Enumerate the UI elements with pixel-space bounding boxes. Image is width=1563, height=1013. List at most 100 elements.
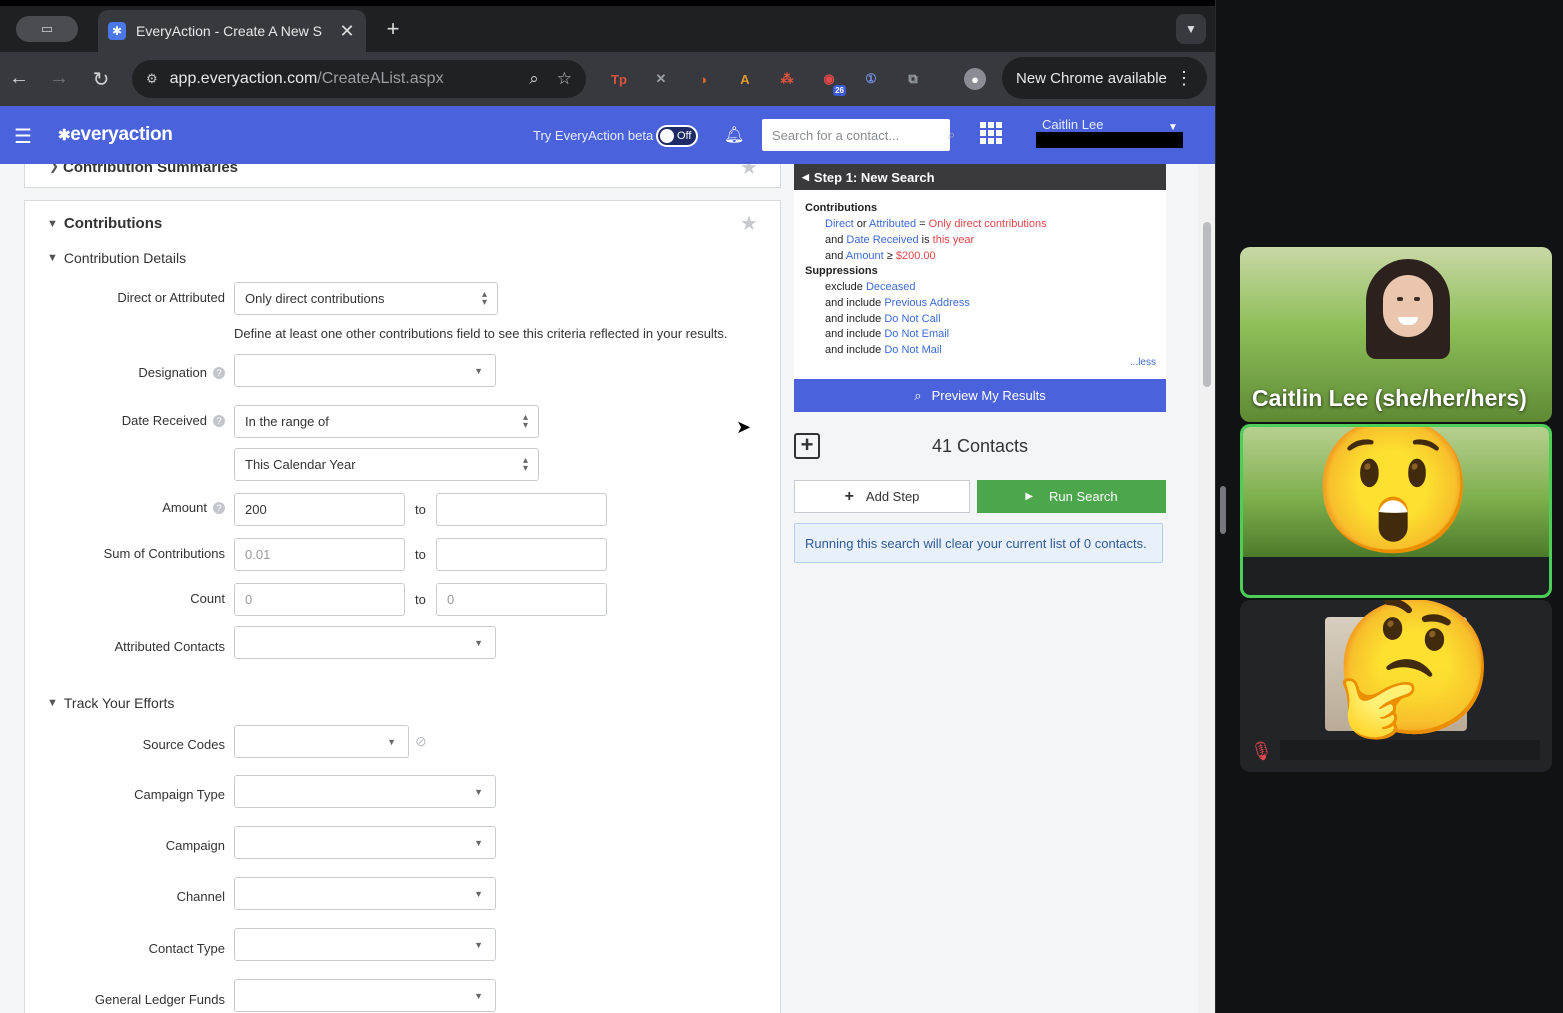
tp-extension-icon[interactable]: Tp <box>608 68 630 90</box>
caret-left-icon: ◀ <box>802 171 809 182</box>
source-codes-select[interactable]: ▼ <box>234 725 409 758</box>
user-menu-caret-icon[interactable]: ▼ <box>1168 122 1178 133</box>
label-text: Campaign <box>165 838 225 853</box>
search-criteria-summary: Contributions Direct or Attributed = Onl… <box>794 190 1166 380</box>
sum-from-input[interactable]: 0.01 <box>234 538 405 571</box>
criteria-field[interactable]: Direct <box>825 218 854 230</box>
contact-search-input[interactable] <box>772 127 948 143</box>
hamburger-menu-icon[interactable]: ☰ <box>14 124 32 149</box>
count-from-input[interactable]: 0 <box>234 583 405 616</box>
campaign-type-select[interactable]: ▼ <box>234 775 496 808</box>
step-header[interactable]: ◀ Step 1: New Search <box>794 164 1166 190</box>
profile-avatar-icon[interactable]: ● <box>964 68 986 90</box>
date-range-select[interactable]: In the range of ▴ ▾ <box>234 405 539 438</box>
reload-icon[interactable]: ↻ <box>90 67 112 92</box>
criteria-text: or <box>853 218 870 230</box>
everyaction-logo[interactable]: ✱everyaction <box>58 124 173 146</box>
active-tab[interactable]: ✱ EveryAction - Create A New S ✕ <box>98 10 366 52</box>
criteria-field[interactable]: Previous Address <box>884 297 970 309</box>
criteria-field[interactable]: Do Not Email <box>884 328 949 340</box>
criteria-field[interactable]: Amount <box>846 250 884 262</box>
extension-dots-icon[interactable]: ⁂ <box>776 68 798 90</box>
user-name[interactable]: Caitlin Lee <box>1042 117 1103 132</box>
criteria-value[interactable]: this year <box>933 234 975 246</box>
criteria-field[interactable]: Attributed <box>869 218 916 230</box>
contributions-title: Contributions <box>63 215 163 232</box>
scrollbar-thumb[interactable] <box>1203 222 1211 387</box>
designation-select[interactable]: ▼ <box>234 354 496 387</box>
extension-x-icon[interactable]: ✕ <box>650 68 672 90</box>
favorite-star-icon[interactable]: ★ <box>740 164 758 180</box>
extension-a-icon[interactable]: A <box>734 68 756 90</box>
ledger-funds-select[interactable]: ▼ <box>234 979 496 1012</box>
search-icon[interactable]: ⌕ <box>948 127 955 143</box>
redacted-org-name <box>1036 132 1183 148</box>
forward-arrow-icon[interactable]: → <box>48 67 70 90</box>
sum-to-input[interactable] <box>436 538 607 571</box>
extensions-puzzle-icon[interactable]: ⧉ <box>902 68 924 90</box>
participant-tile-caitlin[interactable]: Caitlin Lee (she/her/hers) <box>1240 247 1552 422</box>
zoom-search-icon[interactable]: ⌕ <box>529 69 539 89</box>
count-to-input[interactable]: 0 <box>436 583 607 616</box>
channel-select[interactable]: ▼ <box>234 877 496 910</box>
direct-attributed-select[interactable]: Only direct contributions ▴ ▾ <box>234 282 498 315</box>
favorite-star-icon[interactable]: ★ <box>740 211 758 236</box>
help-icon[interactable]: ? <box>213 414 225 427</box>
bookmark-star-icon[interactable]: ☆ <box>557 69 572 89</box>
panel-resize-handle[interactable] <box>1220 486 1226 534</box>
chevron-down-icon: ▼ <box>47 697 58 709</box>
add-step-button[interactable]: + Add Step <box>794 480 970 513</box>
show-less-link[interactable]: ...less <box>1130 357 1156 368</box>
chevron-down-icon: ▼ <box>387 736 396 747</box>
beta-toggle[interactable]: Off <box>656 125 698 147</box>
help-icon[interactable]: ? <box>213 366 225 379</box>
close-tab-icon[interactable]: ✕ <box>338 21 356 42</box>
contributions-section-toggle[interactable]: ▼ Contributions <box>47 215 162 232</box>
new-tab-button[interactable]: + <box>382 16 404 42</box>
date-period-select[interactable]: This Calendar Year ▴ ▾ <box>234 448 539 481</box>
criteria-text: ≥ <box>883 250 896 262</box>
criteria-field[interactable]: Date Received <box>846 234 918 246</box>
notifications-bell-icon[interactable]: 🔔︎ <box>724 125 744 145</box>
astonished-face-emoji-icon: 😲 <box>1311 424 1476 560</box>
criteria-field[interactable]: Deceased <box>866 281 916 293</box>
run-search-button[interactable]: ▶ Run Search <box>977 480 1166 513</box>
contact-type-select[interactable]: ▼ <box>234 928 496 961</box>
track-efforts-toggle[interactable]: ▼ Track Your Efforts <box>47 695 174 711</box>
criteria-field[interactable]: Do Not Call <box>884 313 940 325</box>
preview-results-button[interactable]: ⌕ Preview My Results <box>794 379 1166 412</box>
extension-c-icon[interactable]: ◑ <box>692 68 714 90</box>
app-launcher-grid-icon[interactable] <box>980 122 1002 144</box>
participant-tile-active-speaker[interactable]: 😲 <box>1240 424 1552 598</box>
campaign-select[interactable]: ▼ <box>234 826 496 859</box>
criteria-text: is <box>918 234 933 246</box>
clear-disabled-icon[interactable]: ⊘ <box>415 733 427 750</box>
contribution-details-toggle[interactable]: ▼ Contribution Details <box>47 250 186 266</box>
back-arrow-icon[interactable]: ← <box>8 67 30 90</box>
site-info-icon[interactable]: ⚙ <box>146 71 158 87</box>
amount-to-input[interactable] <box>436 493 607 526</box>
chevron-down-icon: ▼ <box>474 365 483 376</box>
criteria-value[interactable]: Only direct contributions <box>929 218 1047 230</box>
address-bar[interactable]: ⚙ app.everyaction.com/CreateAList.aspx ⌕… <box>132 60 586 98</box>
add-step-label: Add Step <box>865 489 920 504</box>
attributed-contacts-select[interactable]: ▼ <box>234 626 496 659</box>
contribution-summaries-panel[interactable]: ❯ Contribution Summaries ★ <box>24 164 781 188</box>
kebab-menu-icon[interactable]: ⋮ <box>1175 68 1193 89</box>
extension-badge-icon[interactable]: ◉ 26 <box>818 68 846 96</box>
run-search-label: Run Search <box>1049 489 1118 504</box>
contact-type-label: Contact Type <box>25 941 225 956</box>
criteria-value[interactable]: $200.00 <box>896 250 936 262</box>
tab-list-chevron-down-icon[interactable]: ▼ <box>1176 14 1206 44</box>
criteria-text: = <box>916 218 929 230</box>
help-icon[interactable]: ? <box>213 501 225 514</box>
criteria-field[interactable]: Do Not Mail <box>884 344 941 356</box>
participant-tile-muted[interactable]: 🤔 🎙︎ <box>1240 600 1552 772</box>
chevron-right-icon: ❯ <box>49 164 60 173</box>
url-text[interactable]: app.everyaction.com/CreateAList.aspx <box>170 70 512 88</box>
tab-search-button[interactable]: ▭ <box>16 16 78 42</box>
password-manager-icon[interactable]: ① <box>860 68 882 90</box>
chrome-update-button[interactable]: New Chrome available ⋮ <box>1002 57 1207 99</box>
amount-from-input[interactable]: 200 <box>234 493 405 526</box>
label-text: Amount <box>162 500 207 515</box>
